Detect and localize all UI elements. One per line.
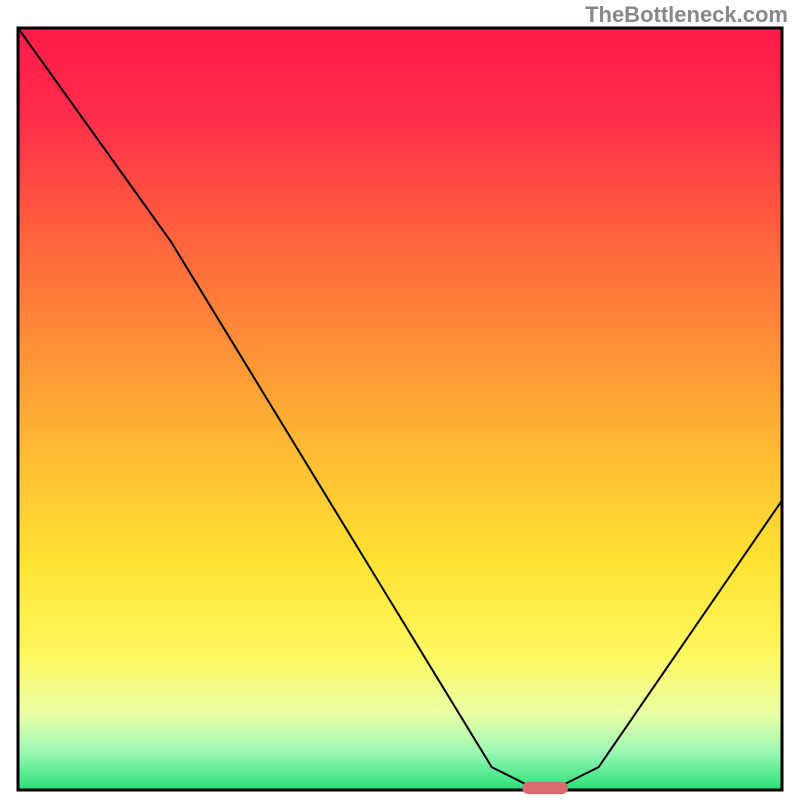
bottleneck-chart: [0, 0, 800, 800]
optimal-marker: [522, 782, 568, 794]
watermark-text: TheBottleneck.com: [585, 2, 788, 28]
chart-container: TheBottleneck.com: [0, 0, 800, 800]
plot-background: [18, 28, 782, 790]
